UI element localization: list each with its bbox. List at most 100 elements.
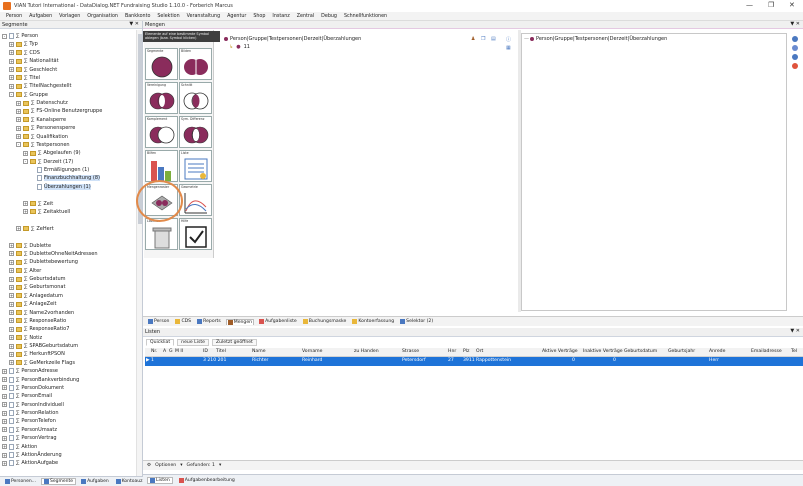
expand-icon[interactable]: + <box>9 318 14 324</box>
tab-aufgabenliste[interactable]: Aufgabenliste <box>258 319 298 324</box>
menu-bankkonto[interactable]: Bankkonto <box>125 14 150 19</box>
column-header[interactable]: Emailadresse <box>751 349 782 354</box>
expand-icon[interactable]: + <box>2 410 7 416</box>
collapse-icon[interactable]: - <box>9 92 14 98</box>
expand-icon[interactable]: + <box>9 301 14 307</box>
menu-veranstaltung[interactable]: Veranstaltung <box>187 14 220 19</box>
tree-item[interactable]: + ∑ CDS <box>9 49 40 57</box>
tab-person[interactable]: Person <box>147 319 170 324</box>
expand-icon[interactable]: + <box>9 310 14 316</box>
menu-shop[interactable]: Shop <box>253 14 265 19</box>
expand-icon[interactable]: + <box>9 251 14 257</box>
palette-tile-trash[interactable]: Löschen <box>145 218 178 250</box>
expand-icon[interactable]: + <box>9 83 14 89</box>
options-button[interactable]: Optionen <box>155 463 176 468</box>
expand-icon[interactable]: + <box>23 150 28 156</box>
save-icon[interactable]: ▦ <box>506 45 511 51</box>
tree-item[interactable]: + ∑ Titel <box>9 74 40 82</box>
tree-scrollbar[interactable] <box>136 30 142 480</box>
tree-item[interactable]: + ∑ Typ <box>9 40 38 48</box>
tab-listen[interactable]: Listen <box>147 477 173 484</box>
column-header[interactable]: zu Handen <box>354 349 379 354</box>
list-icon[interactable] <box>792 45 798 51</box>
column-header[interactable]: Anrede <box>709 349 725 354</box>
expand-icon[interactable]: + <box>16 134 21 140</box>
expand-icon[interactable]: + <box>2 418 7 424</box>
expand-icon[interactable]: + <box>9 343 14 349</box>
tree-item[interactable]: + ∑ PersonVertrag <box>2 434 57 442</box>
column-header[interactable]: Hnr <box>448 349 456 354</box>
tree-item[interactable]: + ∑ GeMerkzeile Flags <box>9 359 75 367</box>
filter-icon[interactable] <box>792 54 798 60</box>
expand-icon[interactable]: + <box>9 351 14 357</box>
expand-icon[interactable]: + <box>9 50 14 56</box>
expand-icon[interactable]: + <box>9 293 14 299</box>
tree-item[interactable]: + ∑ SPABGeburtsdatum <box>9 342 78 350</box>
tree-item[interactable]: + ∑ Notiz <box>9 334 42 342</box>
tab-quickliat[interactable]: Quickliat <box>146 338 175 346</box>
expand-icon[interactable]: + <box>2 368 7 374</box>
palette-tile-bars[interactable]: Bilfen <box>145 150 178 182</box>
tree-item[interactable]: + ∑ Abgelaufen (9) <box>23 149 81 157</box>
tree-item[interactable]: + ∑ Name2vorhanden <box>9 309 74 317</box>
tree-item[interactable]: + ∑ Datenschutz <box>16 99 68 107</box>
tree-item[interactable]: + ∑ AktionÄnderung <box>2 451 62 459</box>
tab-kontoerfassung[interactable]: Kontoerfassung <box>351 319 395 324</box>
result-set-row[interactable]: — Person|Gruppe|Testpersonen|Derzeit|Übe… <box>524 36 667 42</box>
tree-item[interactable]: - ∑ Testpersonen <box>16 141 70 149</box>
column-header[interactable]: Name <box>252 349 266 354</box>
palette-tile-list[interactable]: Liste <box>179 150 212 182</box>
chevron-down-icon[interactable]: ▾ <box>180 463 182 468</box>
column-header[interactable]: Nr. <box>151 349 157 354</box>
document-icon[interactable]: ▤ <box>491 36 496 42</box>
tab-cds[interactable]: CDS <box>174 319 192 324</box>
expand-icon[interactable]: + <box>16 226 21 232</box>
palette-tile-complement[interactable]: Komplement <box>145 116 178 148</box>
people-icon[interactable]: ♟ <box>471 36 475 42</box>
tree-item[interactable]: + ∑ Aktion <box>2 443 37 451</box>
expand-icon[interactable]: + <box>9 268 14 274</box>
tree-item[interactable]: + ∑ Geschlecht <box>9 66 57 74</box>
tree-item[interactable]: + ∑ Qualifikation <box>16 133 68 141</box>
expand-icon[interactable]: + <box>9 41 14 47</box>
menu-schnellfunktionen[interactable]: Schnellfunktionen <box>344 14 387 19</box>
column-header[interactable]: Vorname <box>302 349 322 354</box>
copy-icon[interactable]: ❐ <box>481 36 485 42</box>
info-icon[interactable]: ⓘ <box>506 36 511 43</box>
tree-item[interactable]: + ∑ ResponseRatio <box>9 317 66 325</box>
tree-item[interactable]: + ∑ Dublettebewertung <box>9 258 78 266</box>
menu-instanz[interactable]: Instanz <box>272 14 289 19</box>
grid-body[interactable] <box>145 366 803 460</box>
expand-icon[interactable]: + <box>23 209 28 215</box>
expand-icon[interactable]: + <box>9 360 14 366</box>
tree-item[interactable]: + ∑ Dublette <box>9 242 51 250</box>
tree-item[interactable]: + ∑ Nationalität <box>9 57 59 65</box>
column-header[interactable]: Inaktive Verträge <box>583 349 623 354</box>
tree-item[interactable]: + ∑ Zeit <box>23 200 53 208</box>
tab-zuletzt-geoeffnet[interactable]: Zuletzt geöffnet <box>211 338 257 346</box>
menu-zentral[interactable]: Zentral <box>297 14 314 19</box>
tree-item[interactable]: + ∑ HerkunftPSON <box>9 350 65 358</box>
set-row[interactable]: Person|Gruppe|Testpersonen|Derzeit|Überz… <box>224 36 361 42</box>
tree-item[interactable]: + ∑ PersonBankverbindung <box>2 376 79 384</box>
tree-item[interactable]: + ∑ PersonAdresse <box>2 367 58 375</box>
palette-tile-circle[interactable]: Segmente <box>145 48 178 80</box>
menu-organisation[interactable]: Organisation <box>87 14 118 19</box>
palette-tile-symdiff[interactable]: Sym. Differenz <box>179 116 212 148</box>
tab-buchungsmaske[interactable]: Buchungsmaske <box>302 319 348 324</box>
tree-item[interactable]: + ∑ TitelNachgestellt <box>9 82 71 90</box>
palette-tile-split[interactable]: Bilden <box>179 48 212 80</box>
chevron-down-icon[interactable]: ▾ <box>219 463 221 468</box>
menu-debug[interactable]: Debug <box>321 14 337 19</box>
column-header[interactable]: M II <box>175 349 183 354</box>
palette-tile-curve[interactable]: Geometrie <box>179 184 212 216</box>
pin-icon[interactable]: ▼ ✕ <box>790 328 800 334</box>
tree-item[interactable]: - ∑ Person <box>2 32 38 40</box>
tab-neue-liste[interactable]: neue Liste <box>177 338 209 346</box>
tab-reports[interactable]: Reports <box>196 319 222 324</box>
palette-tile-intersect[interactable]: Schnitt <box>179 82 212 114</box>
menu-selektion[interactable]: Selektion <box>157 14 179 19</box>
maximize-icon[interactable]: ❐ <box>768 1 774 9</box>
tree-item[interactable]: + ∑ AnlageZeit <box>9 300 57 308</box>
tree-item[interactable]: + ∑ DubletteOhneNeitAdressen <box>9 250 98 258</box>
